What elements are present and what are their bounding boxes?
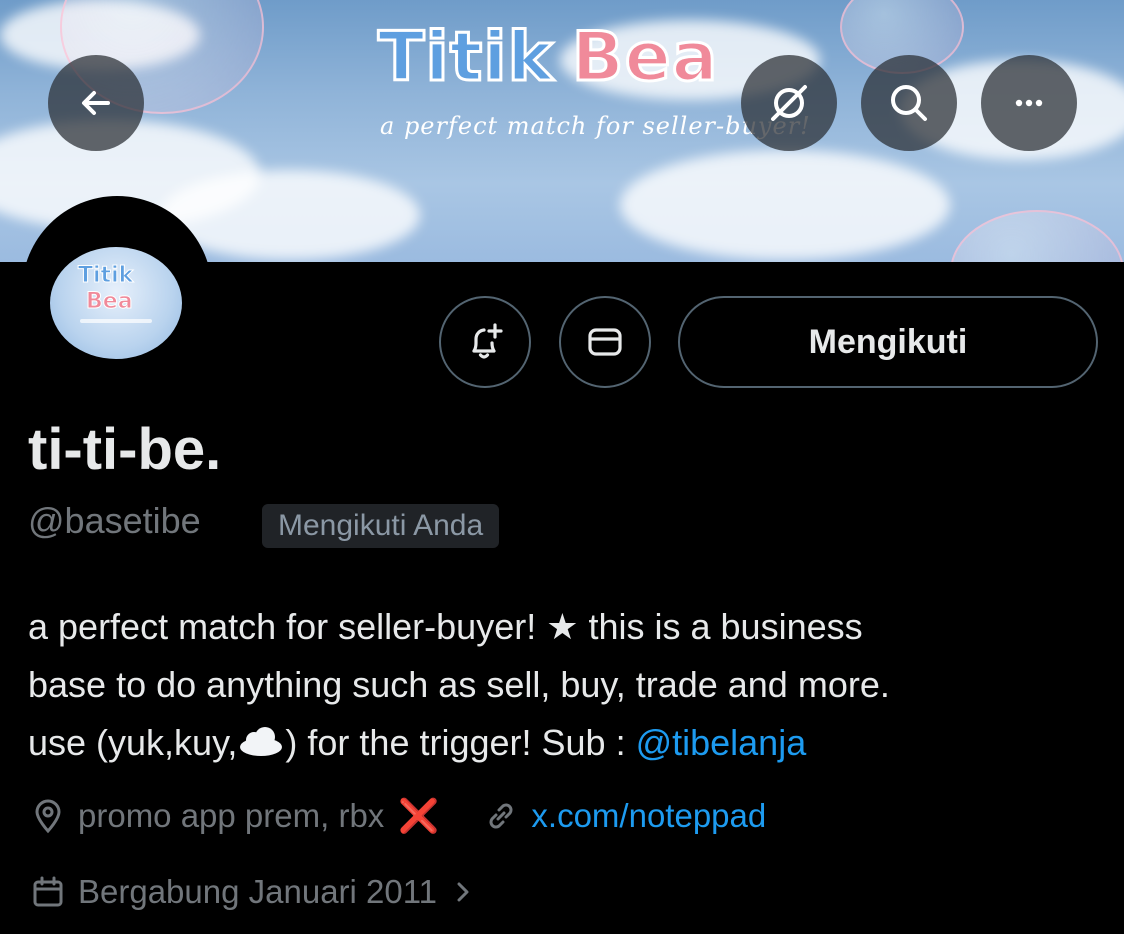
chevron-right-icon (443, 872, 483, 912)
profile-bio: a perfect match for seller-buyer! ★ this… (28, 598, 1108, 772)
banner-title-part1: Titik (377, 17, 555, 99)
envelope-icon (588, 328, 622, 356)
more-icon (1015, 99, 1043, 107)
search-icon (891, 85, 927, 121)
avatar-text-line2: Bea (86, 289, 134, 315)
profile-meta-row: promo app prem, rbx ❌ x.com/noteppad (28, 796, 766, 836)
grok-icon (771, 85, 807, 121)
banner-cloud (620, 150, 950, 260)
search-button[interactable] (861, 55, 957, 151)
bio-line: use (yuk,kuy, ) for the trigger! Sub : @t… (28, 714, 1108, 772)
website-link[interactable]: x.com/noteppad (531, 797, 766, 835)
message-button[interactable] (559, 296, 651, 388)
joined-row[interactable]: Bergabung Januari 2011 (28, 872, 483, 912)
back-button[interactable] (48, 55, 144, 151)
location-x-mark: ❌ (398, 796, 440, 834)
bio-line: base to do anything such as sell, buy, t… (28, 664, 890, 705)
display-name: ti-ti-be. (28, 417, 222, 482)
grok-button[interactable] (741, 55, 837, 151)
link-icon (481, 796, 521, 836)
avatar-tagline-bar (80, 319, 152, 323)
bell-plus-icon (472, 323, 503, 359)
follows-you-badge: Mengikuti Anda (262, 504, 500, 548)
following-button[interactable]: Mengikuti (678, 296, 1098, 388)
bio-text: use (yuk,kuy, (28, 722, 238, 763)
bio-mention-link[interactable]: @tibelanja (636, 722, 807, 763)
location-text: promo app prem, rbx (78, 797, 385, 834)
banner-title-part2: Bea (570, 17, 719, 99)
banner-bubble (950, 210, 1124, 262)
banner-logo-text: Titik Bea (377, 17, 720, 99)
joined-date: Bergabung Januari 2011 (78, 873, 438, 910)
bio-line: a perfect match for seller-buyer! ★ this… (28, 606, 863, 647)
notifications-button[interactable] (439, 296, 531, 388)
back-arrow-icon (82, 91, 110, 115)
avatar-text-line1: Titik (77, 263, 134, 289)
cloud-emoji (237, 716, 285, 756)
calendar-icon (28, 872, 68, 912)
avatar[interactable]: Titik Bea (50, 247, 182, 359)
bio-text: ) for the trigger! Sub : (285, 722, 636, 763)
location-pin-icon (28, 796, 68, 836)
username-handle: @basetibe (28, 500, 201, 541)
more-button[interactable] (981, 55, 1077, 151)
